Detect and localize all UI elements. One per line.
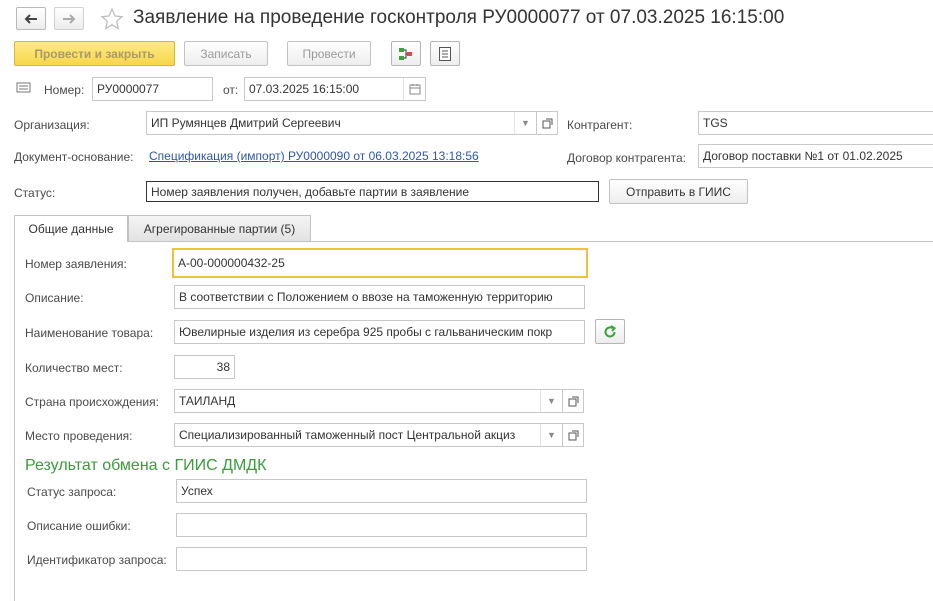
forward-button[interactable]: [54, 7, 84, 30]
contractor-label: Контрагент:: [567, 118, 633, 132]
contractor-field[interactable]: TGS: [698, 111, 933, 135]
contract-label: Договор контрагента:: [567, 151, 686, 165]
date-field[interactable]: 07.03.2025 16:15:00: [244, 77, 426, 101]
status-field: Номер заявления получен, добавьте партии…: [146, 181, 599, 202]
location-open-button[interactable]: [562, 423, 584, 447]
report-button[interactable]: [430, 41, 460, 66]
number-field[interactable]: РУ0000077: [92, 77, 213, 101]
places-count-field[interactable]: 38: [174, 355, 235, 379]
arrow-left-icon: [24, 13, 37, 24]
favorite-star-icon[interactable]: [100, 7, 124, 31]
request-id-label: Идентификатор запроса:: [27, 553, 167, 567]
open-icon: [568, 396, 578, 406]
page-title: Заявление на проведение госконтроля РУ00…: [133, 7, 785, 28]
error-description-field[interactable]: [176, 513, 587, 537]
description-field[interactable]: В соответствии с Положением о ввозе на т…: [174, 285, 585, 309]
organization-label: Организация:: [14, 118, 90, 132]
request-id-field[interactable]: [176, 547, 587, 571]
back-button[interactable]: [16, 7, 46, 30]
open-icon: [542, 118, 552, 128]
basis-label: Документ-основание:: [14, 150, 134, 164]
date-label: от:: [223, 83, 239, 97]
star-icon: [100, 7, 124, 30]
chevron-down-icon[interactable]: ▼: [540, 390, 562, 412]
contract-field[interactable]: Договор поставки №1 от 01.02.2025: [698, 144, 933, 168]
application-number-label: Номер заявления:: [25, 257, 127, 271]
goods-name-field[interactable]: Ювелирные изделия из серебра 925 пробы с…: [174, 320, 585, 344]
send-to-gis-button[interactable]: Отправить в ГИИС: [609, 179, 748, 204]
tab-general[interactable]: Общие данные: [14, 215, 128, 242]
request-status-field[interactable]: Успех: [176, 479, 587, 503]
refresh-button[interactable]: [595, 319, 625, 344]
post-button[interactable]: Провести: [287, 41, 371, 66]
tab-divider: [14, 241, 933, 242]
country-field[interactable]: ТАИЛАНД ▼: [174, 389, 563, 413]
country-label: Страна происхождения:: [25, 395, 159, 409]
application-number-field[interactable]: А-00-000000432-25: [172, 248, 588, 278]
country-open-button[interactable]: [562, 389, 584, 413]
places-count-label: Количество мест:: [25, 361, 123, 375]
post-and-close-button[interactable]: Провести и закрыть: [14, 41, 175, 66]
request-status-label: Статус запроса:: [27, 485, 117, 499]
result-section-title: Результат обмена с ГИИС ДМДК: [25, 457, 267, 474]
calendar-icon[interactable]: [403, 78, 425, 100]
organization-field[interactable]: ИП Румянцев Дмитрий Сергеевич ▼: [146, 111, 537, 135]
description-label: Описание:: [25, 291, 84, 305]
refresh-icon: [604, 324, 617, 337]
goods-name-label: Наименование товара:: [25, 326, 154, 340]
basis-document-link[interactable]: Спецификация (импорт) РУ0000090 от 06.03…: [149, 149, 479, 163]
number-label: Номер:: [44, 83, 85, 97]
chevron-down-icon[interactable]: ▼: [514, 112, 536, 134]
error-description-label: Описание ошибки:: [27, 519, 131, 533]
tab-aggregated-lots[interactable]: Агрегированные партии (5): [128, 215, 311, 241]
structure-button[interactable]: [391, 41, 421, 66]
arrow-right-icon: [63, 13, 76, 24]
panel-border: [14, 241, 15, 601]
location-field[interactable]: Специализированный таможенный пост Центр…: [174, 423, 563, 447]
structure-icon: [399, 47, 412, 60]
document-icon: [16, 82, 32, 97]
save-button[interactable]: Записать: [184, 41, 268, 66]
chevron-down-icon[interactable]: ▼: [540, 424, 562, 446]
status-label: Статус:: [14, 186, 56, 200]
open-icon: [568, 430, 578, 440]
location-label: Место проведения:: [25, 429, 133, 443]
organization-open-button[interactable]: [536, 111, 558, 135]
report-icon: [439, 46, 451, 61]
